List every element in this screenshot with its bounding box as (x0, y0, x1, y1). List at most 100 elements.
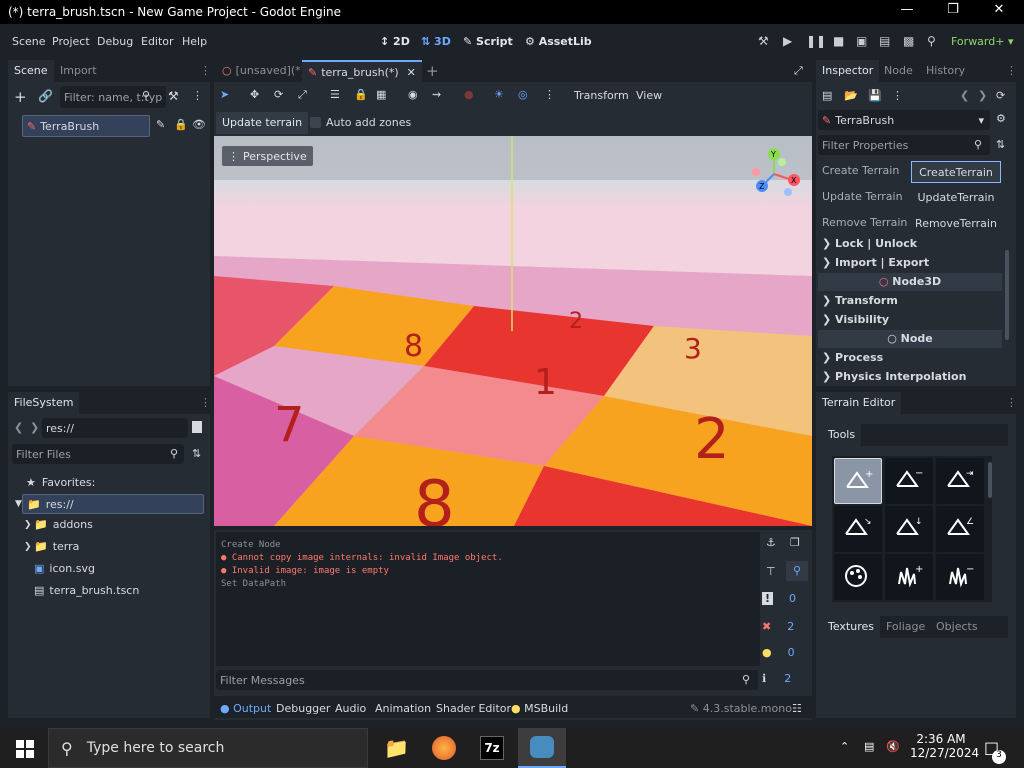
preview-camera-icon[interactable]: ● (464, 88, 474, 101)
collapse-chevron-icon[interactable]: ❯ (24, 542, 32, 552)
add-tab-icon[interactable]: + (426, 62, 439, 80)
group-lock-unlock[interactable]: ❯ Lock | Unlock (822, 237, 1006, 255)
tab-node[interactable]: Node (878, 60, 919, 82)
fs-item-icon-svg[interactable]: ▣ icon.svg (34, 562, 95, 575)
pause-icon[interactable]: ❚❚ (806, 34, 826, 48)
message-count-toggle[interactable]: ! 0 (762, 592, 796, 605)
update-terrain-inspector-button[interactable]: UpdateTerrain (911, 187, 1001, 209)
terrain-editor-menu-icon[interactable]: ⋮ (1006, 396, 1017, 409)
tool-paint-texture[interactable] (834, 554, 882, 600)
history-forward-icon[interactable]: ❯ (978, 89, 987, 102)
resource-menu-icon[interactable]: ⋮ (892, 89, 903, 102)
error-count-toggle[interactable]: ✖ 2 (762, 620, 794, 633)
maximize-icon[interactable]: ❐ (930, 2, 976, 22)
stop-icon[interactable]: ■ (833, 34, 844, 48)
sort-icon[interactable]: ⇅ (192, 447, 201, 460)
minimize-icon[interactable]: — (884, 2, 930, 22)
sun-icon[interactable]: ☀ (494, 88, 504, 101)
group-import-export[interactable]: ❯ Import | Export (822, 256, 1006, 274)
menu-editor[interactable]: Editor (141, 35, 174, 48)
renderer-select[interactable]: Forward+ ▾ (951, 35, 1013, 48)
add-node-icon[interactable]: + (14, 88, 27, 106)
tool-set-height[interactable]: ↓ (885, 506, 933, 552)
play-scene-icon[interactable]: ▣ (856, 34, 867, 48)
7zip-icon[interactable]: 7z (480, 736, 504, 760)
show-hidden-icons[interactable]: ⌃ (840, 740, 849, 753)
scale-mode-icon[interactable]: ⤢ (298, 88, 307, 102)
tab-animation[interactable]: Animation (375, 702, 431, 715)
select-mode-icon[interactable]: ➤ (220, 88, 229, 101)
debug-lens-icon[interactable]: ⚲ (927, 34, 936, 48)
inspector-options-icon[interactable]: ⇅ (996, 138, 1005, 151)
fs-item-terra-brush-tscn[interactable]: ▤ terra_brush.tscn (34, 584, 139, 597)
tab-terra-brush[interactable]: ✎ terra_brush(*) ✕ (302, 60, 422, 82)
open-folder-icon[interactable]: 📂 (844, 89, 858, 102)
volume-muted-icon[interactable]: 🔇 (886, 740, 900, 753)
filesystem-menu-icon[interactable]: ⋮ (200, 396, 211, 409)
tool-flatten-terrain[interactable]: ⇥ (936, 458, 984, 504)
group-transform[interactable]: ❯ Transform (822, 294, 1006, 312)
list-select-icon[interactable]: ☰ (330, 88, 340, 101)
warning-count-toggle[interactable]: ● 0 (762, 646, 795, 659)
tab-msbuild[interactable]: ● MSBuild (511, 702, 568, 715)
dock-menu-icon[interactable]: ⋮ (200, 64, 211, 77)
workspace-2d-button[interactable]: ↕ 2D (380, 35, 410, 48)
play-custom-scene-icon[interactable]: ▤ (879, 34, 890, 48)
visibility-eye-icon[interactable]: 👁 (192, 118, 206, 131)
favorites-row[interactable]: ★ Favorites: (26, 476, 95, 489)
workspace-assetlib-button[interactable]: ⚙ AssetLib (525, 35, 592, 48)
rotate-mode-icon[interactable]: ⟳ (274, 88, 283, 101)
firefox-icon[interactable] (432, 736, 456, 760)
lock-node-icon[interactable]: 🔒 (354, 88, 368, 101)
script-attached-icon[interactable]: ✎ (156, 118, 165, 131)
new-resource-icon[interactable]: ▤ (822, 89, 832, 102)
tree-node-terrabrush[interactable]: ✎ TerraBrush (22, 115, 150, 137)
snap-icon[interactable]: ⇝ (432, 88, 441, 101)
auto-add-zones-checkbox[interactable] (310, 117, 321, 128)
scene-menu-icon[interactable]: ⋮ (192, 89, 203, 102)
tab-tools[interactable]: Tools (822, 424, 862, 446)
tools-scrollbar[interactable] (988, 462, 992, 498)
inspector-menu-icon[interactable]: ⋮ (1006, 64, 1017, 77)
group-visibility[interactable]: ❯ Visibility (822, 313, 1006, 331)
node-selector[interactable]: ✎ TerraBrush ▾ (818, 110, 990, 130)
history-icon[interactable]: ⟳ (996, 89, 1005, 102)
local-space-icon[interactable]: ◉ (408, 88, 418, 101)
move-mode-icon[interactable]: ✥ (250, 88, 259, 101)
tab-shader-editor[interactable]: Shader Editor (436, 702, 511, 715)
filter-properties-input[interactable]: Filter Properties (818, 135, 990, 155)
3d-viewport[interactable]: 1 2 8 8 7 3 2 ⋮ Perspective Y X Z (214, 136, 812, 526)
menu-project[interactable]: Project (52, 35, 90, 48)
path-field[interactable]: res:// (42, 418, 188, 438)
tab-objects[interactable]: Objects (930, 616, 984, 638)
tab-foliage[interactable]: Foliage (880, 616, 931, 638)
clear-output-icon[interactable]: ⚓ (766, 536, 776, 549)
filter-messages-input[interactable]: Filter Messages (216, 670, 758, 690)
view-menu[interactable]: View (636, 89, 662, 102)
tab-import[interactable]: Import (54, 60, 103, 82)
tab-inspector[interactable]: Inspector (816, 60, 880, 82)
workspace-script-button[interactable]: ✎ Script (463, 35, 513, 48)
file-explorer-icon[interactable]: 📁 (384, 736, 409, 760)
network-icon[interactable]: ▤ (864, 740, 874, 753)
object-properties-icon[interactable]: ⚙ (996, 112, 1006, 125)
play-icon[interactable]: ▶ (783, 34, 792, 48)
godot-taskbar-button[interactable] (518, 728, 566, 768)
create-terrain-button[interactable]: CreateTerrain (911, 161, 1001, 183)
close-icon[interactable]: ✕ (976, 2, 1022, 22)
tab-terrain-editor[interactable]: Terrain Editor (816, 392, 902, 414)
tab-audio[interactable]: Audio (335, 702, 366, 715)
fs-item-terra[interactable]: 📁 terra (34, 540, 79, 553)
toggle-split-icon[interactable] (192, 421, 202, 433)
movie-maker-icon[interactable]: ▩ (903, 34, 914, 48)
scene-options-icon[interactable]: ⚒ (168, 89, 179, 103)
environment-icon[interactable]: ◎ (518, 88, 528, 101)
axis-gizmo[interactable]: Y X Z (744, 146, 804, 196)
pin-panel-icon[interactable]: ☷ (792, 702, 802, 715)
menu-scene[interactable]: Scene (12, 35, 46, 48)
group-icon[interactable]: ▦ (376, 88, 386, 101)
remove-terrain-button[interactable]: RemoveTerrain (911, 213, 1001, 235)
menu-debug[interactable]: Debug (97, 35, 133, 48)
close-tab-icon[interactable]: ✕ (407, 66, 416, 79)
info-count-toggle[interactable]: ℹ 2 (762, 672, 791, 685)
